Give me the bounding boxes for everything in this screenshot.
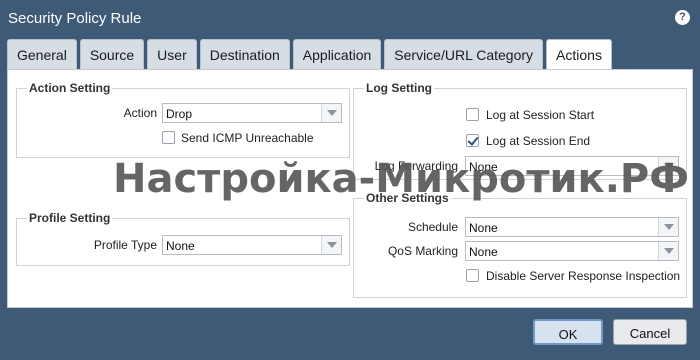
action-setting-title: Action Setting <box>27 81 113 95</box>
dialog-title: Security Policy Rule <box>8 10 142 27</box>
schedule-label: Schedule <box>407 220 458 234</box>
security-policy-rule-dialog: Security Policy Rule ? General Source Us… <box>0 0 700 360</box>
disable-server-response-inspection-label: Disable Server Response Inspection <box>486 269 681 283</box>
qos-marking-select[interactable]: None <box>465 241 679 261</box>
profile-type-select-value: None <box>166 239 195 253</box>
action-label: Action <box>123 106 157 120</box>
log-at-session-end-checkbox[interactable] <box>466 134 479 147</box>
send-icmp-unreachable-label: Send ICMP Unreachable <box>181 131 314 145</box>
action-select[interactable]: Drop <box>162 103 342 123</box>
ok-button[interactable]: OK <box>533 319 603 345</box>
chevron-down-icon[interactable] <box>321 104 341 122</box>
disable-server-response-inspection-checkbox[interactable] <box>466 269 479 282</box>
profile-setting-title: Profile Setting <box>27 211 113 225</box>
watermark-text: Настройка-Микротик.РФ <box>113 156 689 202</box>
tab-destination[interactable]: Destination <box>199 39 290 70</box>
profile-setting-group: Profile Setting Profile Type None <box>16 211 350 266</box>
chevron-down-icon[interactable] <box>321 236 341 254</box>
schedule-select-value: None <box>469 221 498 235</box>
action-setting-group: Action Setting Action Drop Send ICMP Unr… <box>16 81 350 158</box>
profile-type-label: Profile Type <box>93 238 157 252</box>
send-icmp-unreachable-checkbox[interactable] <box>162 131 175 144</box>
tab-service-url-category[interactable]: Service/URL Category <box>384 39 544 70</box>
profile-type-select[interactable]: None <box>162 235 342 255</box>
chevron-down-icon[interactable] <box>658 218 678 236</box>
log-at-session-start-checkbox[interactable] <box>466 108 479 121</box>
tab-bar: General Source User Destination Applicat… <box>7 39 615 71</box>
schedule-select[interactable]: None <box>465 217 679 237</box>
log-setting-title: Log Setting <box>364 81 434 95</box>
chevron-down-icon[interactable] <box>658 242 678 260</box>
log-at-session-end-label: Log at Session End <box>486 134 591 148</box>
other-settings-group: Other Settings Schedule None QoS Marking… <box>353 191 687 298</box>
log-at-session-start-label: Log at Session Start <box>486 108 595 122</box>
tab-actions[interactable]: Actions <box>546 39 612 71</box>
tab-general[interactable]: General <box>7 39 77 70</box>
help-icon[interactable]: ? <box>675 10 690 25</box>
dialog-titlebar: Security Policy Rule ? <box>0 0 700 36</box>
qos-marking-select-value: None <box>469 245 498 259</box>
action-select-value: Drop <box>166 107 193 121</box>
tab-user[interactable]: User <box>147 39 197 70</box>
tab-source[interactable]: Source <box>79 39 145 70</box>
tab-application[interactable]: Application <box>292 39 382 70</box>
cancel-button[interactable]: Cancel <box>613 319 687 345</box>
qos-marking-label: QoS Marking <box>387 244 458 258</box>
